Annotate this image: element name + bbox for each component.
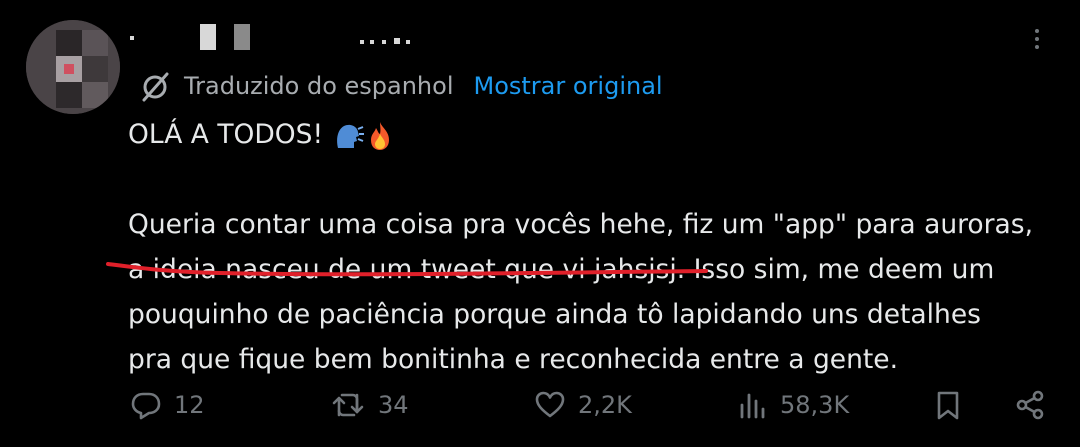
like-count: 2,2K	[578, 391, 632, 419]
more-dots-icon[interactable]	[1022, 24, 1052, 54]
tweet-line-3: pouquinho de paciência porque ainda tô l…	[128, 299, 981, 330]
show-original-link[interactable]: Mostrar original	[474, 72, 663, 100]
heart-icon	[535, 391, 565, 418]
reply-count: 12	[174, 391, 205, 419]
translation-row: Traduzido do espanhol Mostrar original	[138, 66, 663, 106]
tweet-line-1: Queria contar uma coisa pra vocês hehe, …	[128, 209, 1033, 240]
views-button[interactable]: 58,3K	[736, 380, 849, 430]
author-name-redacted[interactable]	[130, 18, 430, 58]
share-icon	[1016, 390, 1044, 420]
reply-button[interactable]: 12	[130, 380, 205, 430]
tweet-line-4: pra que fique bem bonitinha e reconhecid…	[128, 344, 898, 375]
tweet-actions: 12 34 2,2K 58,3K	[0, 380, 1080, 430]
tweet-line-greeting: OLÁ A TODOS!	[128, 112, 1048, 157]
tweet-line-2: a ideia nasceu de um tweet que vi jahsjs…	[128, 254, 995, 285]
avatar[interactable]	[26, 20, 120, 114]
underlined-phrase: a ideia nasceu de um tweet que vi jahsjs…	[128, 254, 686, 285]
retweet-button[interactable]: 34	[330, 380, 409, 430]
bookmark-button[interactable]	[932, 380, 976, 430]
fire-emoji	[370, 121, 389, 150]
speaking-head-emoji	[336, 124, 364, 148]
tweet-text: OLÁ A TODOS! Queria contar uma coisa pra…	[128, 112, 1048, 382]
reply-bubble-icon	[131, 392, 161, 420]
views-count: 58,3K	[780, 391, 850, 419]
share-button[interactable]	[1014, 380, 1058, 430]
bar-chart-icon	[740, 393, 765, 419]
retweet-icon	[332, 393, 364, 417]
like-button[interactable]: 2,2K	[534, 380, 632, 430]
bookmark-icon	[937, 391, 959, 420]
globe-slash-icon	[142, 72, 169, 102]
translation-label: Traduzido do espanhol	[184, 72, 454, 100]
retweet-count: 34	[378, 391, 409, 419]
